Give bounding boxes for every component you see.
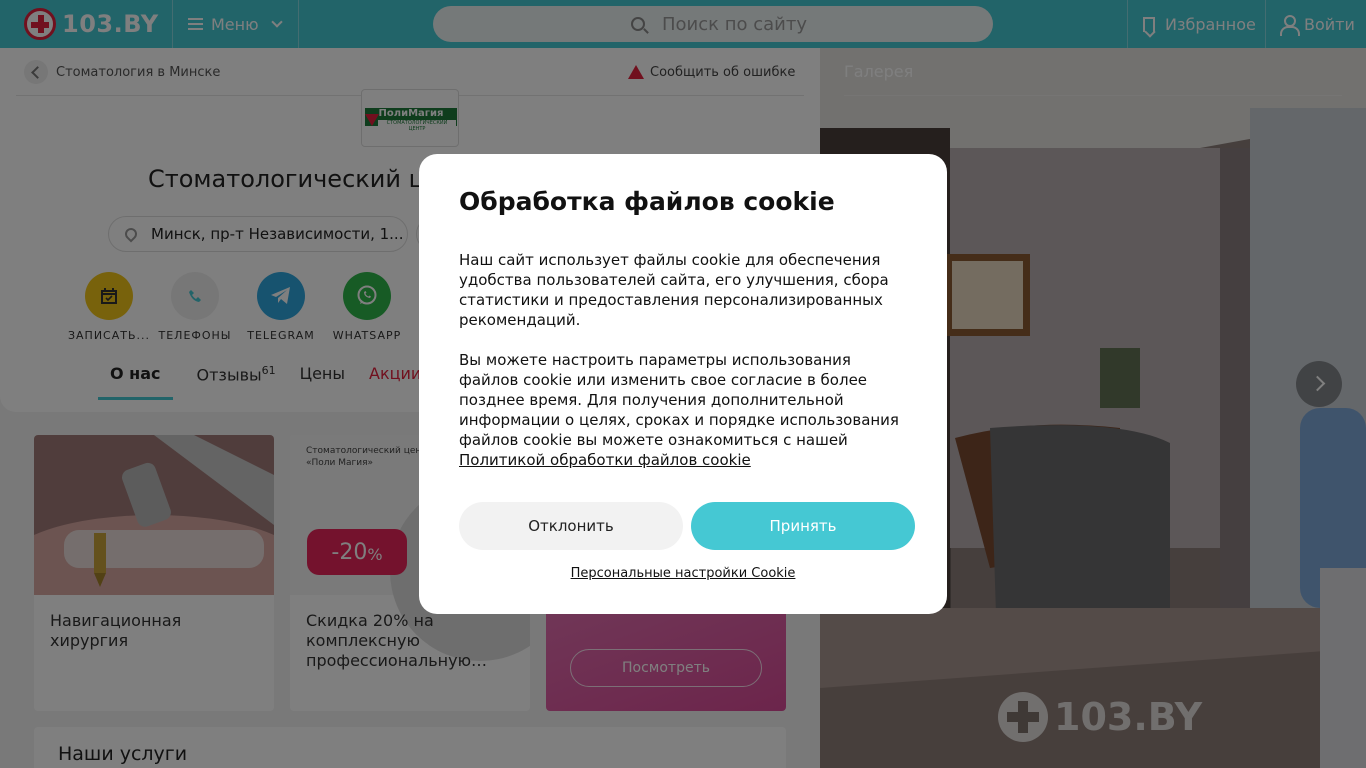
cookie-modal: Обработка файлов cookie Наш сайт использ…: [419, 154, 947, 614]
cookie-policy-link[interactable]: Политикой обработки файлов cookie: [459, 451, 751, 469]
cookie-settings-link[interactable]: Персональные настройки Cookie: [419, 566, 947, 581]
decline-button[interactable]: Отклонить: [459, 502, 683, 550]
cookie-modal-title: Обработка файлов cookie: [459, 187, 835, 216]
cookie-paragraph: Вы можете настроить параметры использова…: [459, 351, 899, 449]
cookie-paragraph: Наш сайт использует файлы cookie для обе…: [459, 251, 889, 329]
accept-button[interactable]: Принять: [691, 502, 915, 550]
cookie-modal-body: Наш сайт использует файлы cookie для обе…: [459, 250, 909, 470]
